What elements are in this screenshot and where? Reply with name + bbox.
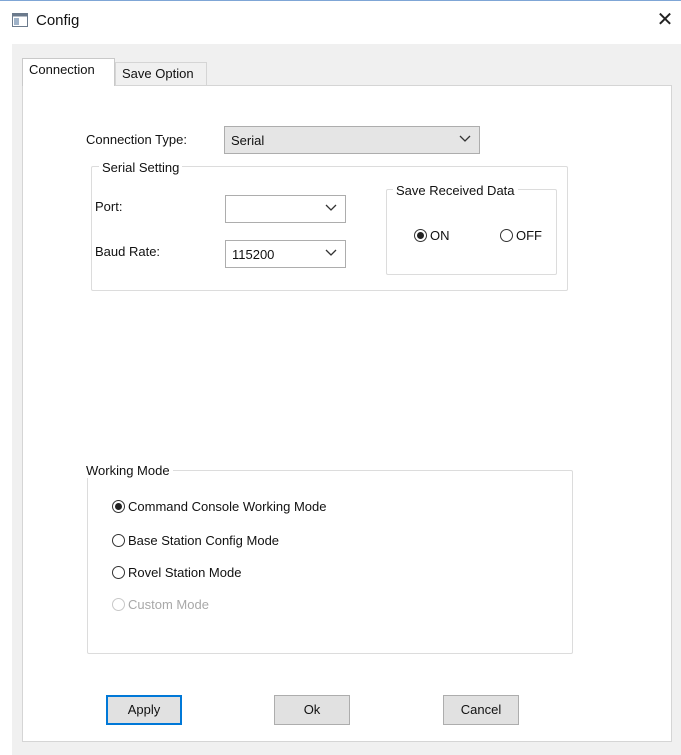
ok-button[interactable]: Ok <box>274 695 350 725</box>
save-received-data-caption: Save Received Data <box>393 183 518 198</box>
connection-type-value: Serial <box>231 133 265 148</box>
apply-button[interactable]: Apply <box>106 695 182 725</box>
tab-save-option[interactable]: Save Option <box>115 62 207 86</box>
radio-selected-icon <box>414 229 427 242</box>
baud-rate-value: 115200 <box>232 247 275 262</box>
tab-connection[interactable]: Connection <box>22 58 115 86</box>
port-select[interactable] <box>225 195 346 223</box>
title-bar: Config ✕ <box>0 0 681 40</box>
close-icon[interactable]: ✕ <box>654 9 676 31</box>
mode-command-console-label: Command Console Working Mode <box>128 499 327 514</box>
window-title: Config <box>36 12 80 29</box>
working-mode-group <box>87 470 573 654</box>
chevron-down-icon <box>325 249 337 256</box>
cancel-button[interactable]: Cancel <box>443 695 519 725</box>
save-on-radio[interactable]: ON <box>414 228 450 243</box>
chevron-down-icon <box>459 135 471 142</box>
radio-unselected-icon <box>500 229 513 242</box>
radio-disabled-icon <box>112 598 125 611</box>
radio-unselected-icon <box>112 534 125 547</box>
serial-setting-caption: Serial Setting <box>99 160 183 175</box>
baud-rate-select[interactable]: 115200 <box>225 240 346 268</box>
save-off-radio[interactable]: OFF <box>500 228 542 243</box>
mode-rovel-station-radio[interactable]: Rovel Station Mode <box>112 565 241 580</box>
mode-custom-label: Custom Mode <box>128 597 209 612</box>
connection-type-select[interactable]: Serial <box>224 126 480 154</box>
connection-type-label: Connection Type: <box>86 132 187 147</box>
mode-rovel-station-label: Rovel Station Mode <box>128 565 242 580</box>
mode-base-station-radio[interactable]: Base Station Config Mode <box>112 533 279 548</box>
tab-panel-connection: Connection Type: Serial Serial Setting P… <box>22 85 672 742</box>
save-off-label: OFF <box>516 228 542 243</box>
chevron-down-icon <box>325 204 337 211</box>
mode-command-console-radio[interactable]: Command Console Working Mode <box>112 499 326 514</box>
baud-rate-label: Baud Rate: <box>95 244 161 259</box>
mode-custom-radio: Custom Mode <box>112 597 209 612</box>
port-label: Port: <box>95 199 123 214</box>
mode-base-station-label: Base Station Config Mode <box>128 533 280 548</box>
save-on-label: ON <box>430 228 450 243</box>
radio-selected-icon <box>112 500 125 513</box>
working-mode-caption: Working Mode <box>83 463 173 478</box>
dialog-client: Connection Save Option Connection Type: … <box>12 44 681 755</box>
window-icon <box>12 13 28 27</box>
radio-unselected-icon <box>112 566 125 579</box>
